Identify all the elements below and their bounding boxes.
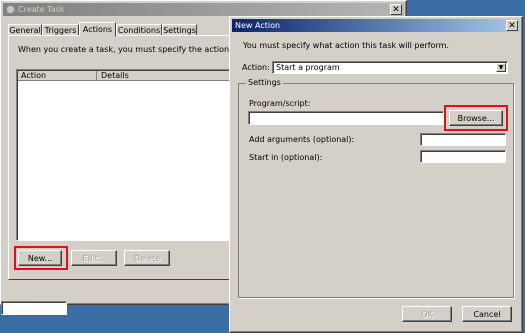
task-scheduler-icon [6,5,15,14]
list-header: Action Details [18,71,233,81]
edit-button[interactable]: Edit... [71,250,117,266]
program-input[interactable] [248,111,444,125]
dialog-description: You must specify what action this task w… [243,41,449,50]
cancel-button[interactable]: Cancel [462,306,512,322]
new-action-dialog: New Action ✕ You must specify what actio… [229,16,523,333]
column-action[interactable]: Action [21,71,46,81]
program-label: Program/script: [249,99,311,108]
action-select[interactable]: Start a program ▼ [272,61,508,74]
tab-label: Actions [82,25,113,34]
tab-label: Triggers [44,26,77,35]
chevron-down-icon[interactable]: ▼ [496,63,506,72]
action-list[interactable]: Action Details [16,69,234,241]
start-in-label: Start in (optional): [249,153,323,162]
close-icon[interactable]: ✕ [506,20,518,31]
dialog-title: New Action [235,21,281,30]
new-action-titlebar: New Action ✕ [232,19,520,32]
action-select-value: Start a program [276,63,340,72]
arguments-input[interactable] [420,133,506,146]
close-icon[interactable]: ✕ [390,4,402,15]
tab-label: General [9,26,41,35]
tab-actions[interactable]: Actions [79,22,116,37]
tab-label: Settings [163,26,196,35]
start-in-input[interactable] [420,150,506,163]
settings-label: Settings [246,78,283,87]
new-button-highlight [14,246,68,270]
action-label: Action: [242,63,270,72]
browse-button-highlight [444,105,508,131]
column-details[interactable]: Details [101,71,129,81]
delete-button[interactable]: Delete [124,250,170,266]
bottom-field [1,301,67,315]
arguments-label: Add arguments (optional): [249,135,355,144]
column-divider [96,71,97,81]
create-task-titlebar: Create Task ✕ [3,3,404,16]
window-title: Create Task [18,5,65,14]
ok-button[interactable]: OK [402,306,452,322]
tab-label: Conditions [117,26,161,35]
